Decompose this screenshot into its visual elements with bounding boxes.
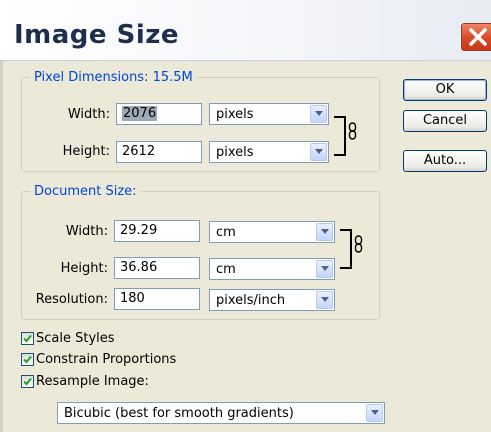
pixel-link-bracket bbox=[334, 116, 346, 156]
pixel-width-label: Width: bbox=[67, 107, 110, 122]
document-width-value: 29.29 bbox=[120, 223, 158, 238]
auto-button[interactable]: Auto... bbox=[403, 150, 487, 172]
chevron-down-icon[interactable] bbox=[316, 223, 333, 241]
resolution-value: 180 bbox=[120, 291, 145, 306]
document-height-value: 36.86 bbox=[120, 260, 158, 275]
pixel-height-unit-select[interactable]: pixels bbox=[209, 141, 329, 163]
ok-button[interactable]: OK bbox=[403, 79, 487, 101]
resample-method-select[interactable]: Bicubic (best for smooth gradients) bbox=[57, 402, 385, 424]
pixel-width-unit: pixels bbox=[216, 107, 254, 122]
resample-image-checkbox[interactable] bbox=[21, 375, 34, 388]
close-button[interactable] bbox=[460, 22, 491, 52]
resolution-label: Resolution: bbox=[35, 292, 108, 307]
pixel-height-value: 2612 bbox=[122, 144, 156, 159]
chevron-down-icon[interactable] bbox=[316, 260, 333, 278]
chevron-down-icon[interactable] bbox=[310, 143, 327, 161]
dialog-title: Image Size bbox=[14, 20, 180, 50]
chevron-down-icon[interactable] bbox=[310, 105, 327, 123]
checkmark-icon bbox=[23, 355, 32, 364]
resolution-input[interactable]: 180 bbox=[114, 288, 200, 310]
constrain-proportions-label: Constrain Proportions bbox=[36, 352, 177, 367]
document-size-legend: Document Size: bbox=[34, 184, 137, 199]
scale-styles-label: Scale Styles bbox=[36, 331, 115, 346]
document-height-label: Height: bbox=[60, 261, 108, 276]
pixel-dimensions-legend: Pixel Dimensions: 15.5M bbox=[34, 70, 193, 85]
resolution-unit-select[interactable]: pixels/inch bbox=[209, 289, 335, 311]
pixel-width-input[interactable]: 2076 bbox=[116, 103, 202, 125]
checkmark-icon bbox=[23, 377, 32, 386]
document-width-unit: cm bbox=[216, 225, 236, 240]
document-height-unit: cm bbox=[216, 262, 236, 277]
document-width-label: Width: bbox=[65, 224, 108, 239]
resample-method-value: Bicubic (best for smooth gradients) bbox=[64, 406, 294, 421]
checkmark-icon bbox=[23, 334, 32, 343]
chain-link-icon bbox=[354, 235, 363, 253]
chevron-down-icon[interactable] bbox=[316, 291, 333, 309]
constrain-proportions-checkbox[interactable] bbox=[21, 353, 34, 366]
close-icon bbox=[469, 28, 487, 46]
resolution-unit: pixels/inch bbox=[216, 293, 286, 308]
pixel-height-unit: pixels bbox=[216, 145, 254, 160]
pixel-width-value: 2076 bbox=[122, 106, 158, 121]
chevron-down-icon[interactable] bbox=[366, 404, 383, 422]
chain-link-icon bbox=[348, 122, 357, 140]
window-border bbox=[0, 61, 3, 432]
document-height-input[interactable]: 36.86 bbox=[114, 257, 200, 279]
document-link-bracket bbox=[340, 229, 352, 269]
pixel-height-input[interactable]: 2612 bbox=[116, 141, 202, 163]
pixel-width-unit-select[interactable]: pixels bbox=[209, 103, 329, 125]
scale-styles-checkbox[interactable] bbox=[21, 332, 34, 345]
document-width-unit-select[interactable]: cm bbox=[209, 221, 335, 243]
title-bar[interactable]: Image Size bbox=[0, 0, 491, 61]
pixel-height-label: Height: bbox=[62, 144, 110, 159]
document-height-unit-select[interactable]: cm bbox=[209, 258, 335, 280]
resample-image-label: Resample Image: bbox=[36, 374, 149, 389]
cancel-button[interactable]: Cancel bbox=[403, 110, 487, 132]
document-width-input[interactable]: 29.29 bbox=[114, 220, 200, 242]
